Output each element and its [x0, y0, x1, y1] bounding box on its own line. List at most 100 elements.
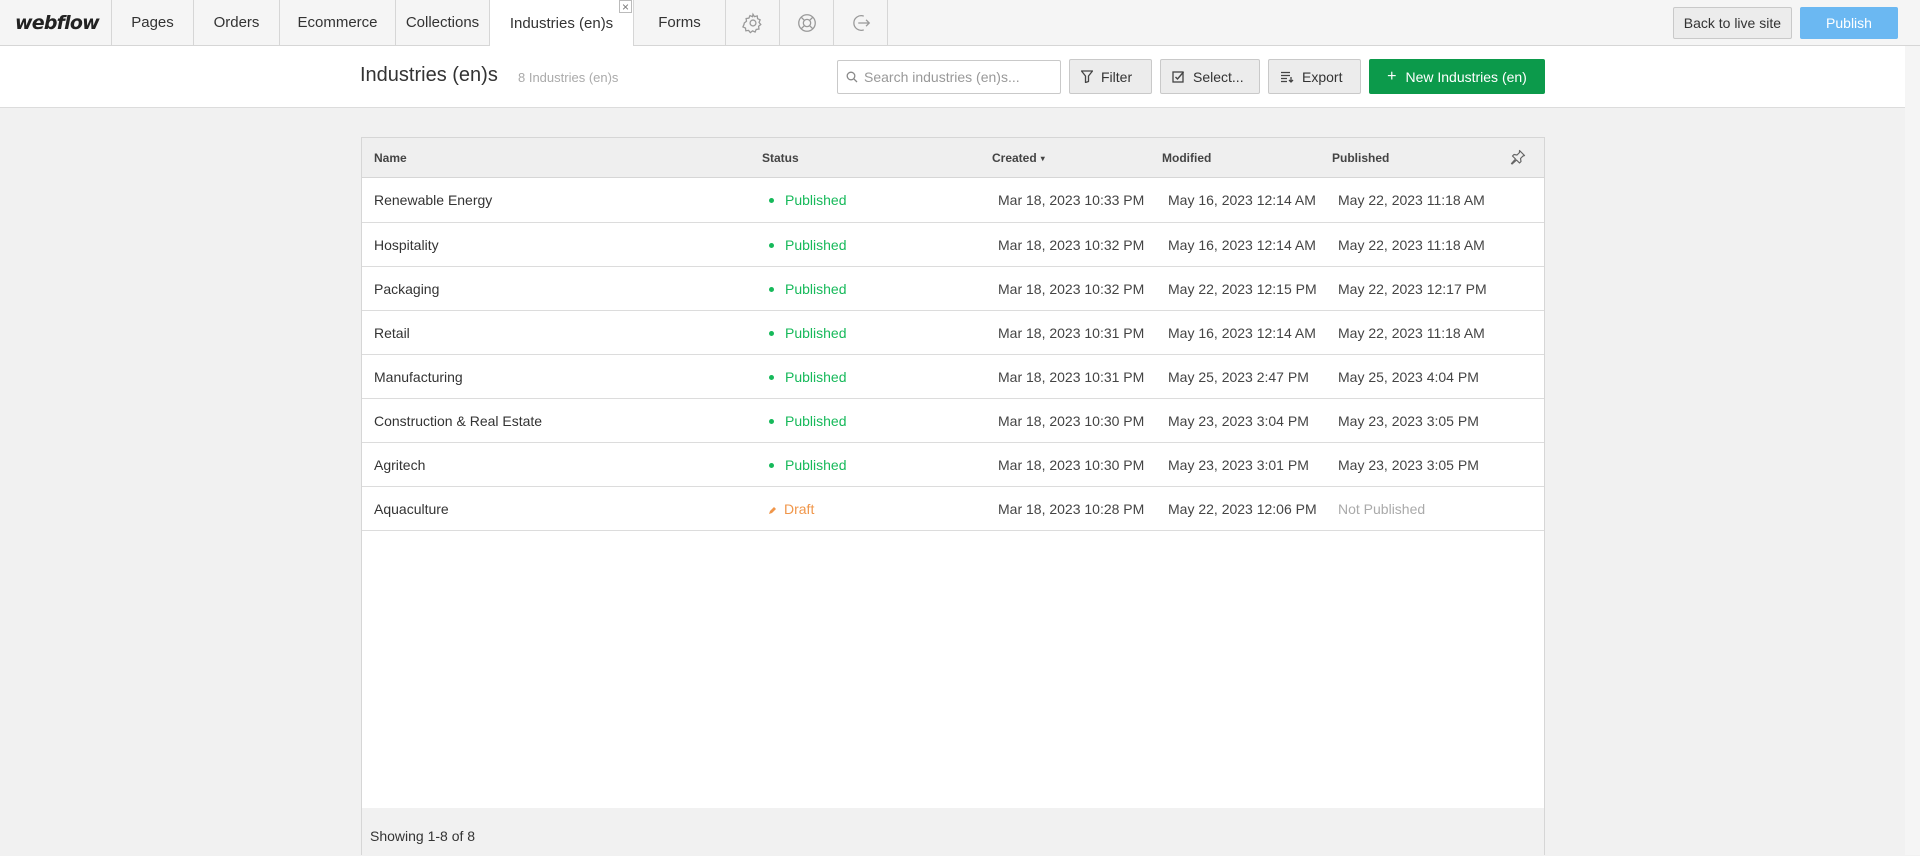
created-date: Mar 18, 2023 10:31 PM: [998, 325, 1145, 341]
published-dot-icon: [769, 287, 774, 292]
table-header: Name Status Created ▾ Modified Published: [362, 138, 1544, 178]
tab-forms[interactable]: Forms: [634, 0, 726, 45]
table-row[interactable]: Manufacturing Published Mar 18, 2023 10:31…: [362, 355, 1544, 399]
table-row[interactable]: Retail Published Mar 18, 2023 10:31 PM May …: [362, 311, 1544, 355]
table-row[interactable]: Hospitality Published Mar 18, 2023 10:32 P…: [362, 223, 1544, 267]
status-badge: Published: [762, 281, 847, 297]
tab-ecommerce[interactable]: Ecommerce: [280, 0, 396, 45]
published-date: May 22, 2023 11:18 AM: [1338, 192, 1485, 208]
filter-button[interactable]: Filter: [1069, 59, 1152, 94]
status-label: Published: [785, 369, 847, 385]
table-row[interactable]: Aquaculture Draft Mar 18, 2023 10:28 PM May…: [362, 487, 1544, 531]
export-label: Export: [1302, 68, 1343, 85]
table-row[interactable]: Renewable Energy Published Mar 18, 2023 10…: [362, 178, 1544, 223]
created-date: Mar 18, 2023 10:32 PM: [998, 237, 1145, 253]
new-item-button[interactable]: + New Industries (en): [1369, 59, 1545, 94]
filter-icon: [1081, 70, 1093, 83]
table-row[interactable]: Agritech Published Mar 18, 2023 10:30 PM Ma…: [362, 443, 1544, 487]
status-badge: Draft: [762, 501, 814, 517]
logout-icon[interactable]: [834, 0, 888, 45]
status-badge: Published: [762, 325, 847, 341]
item-name[interactable]: Construction & Real Estate: [374, 413, 542, 429]
gear-icon[interactable]: [726, 0, 780, 45]
select-label: Select...: [1193, 68, 1244, 85]
item-name[interactable]: Renewable Energy: [374, 192, 492, 208]
table-row[interactable]: Packaging Published Mar 18, 2023 10:32 PM M…: [362, 267, 1544, 311]
publish-button[interactable]: Publish: [1800, 6, 1898, 39]
published-date: May 23, 2023 3:05 PM: [1338, 413, 1479, 429]
column-header-status[interactable]: Status: [762, 151, 799, 165]
plus-icon: +: [1387, 67, 1397, 85]
webflow-logo[interactable]: webflow: [0, 0, 112, 45]
published-date: Not Published: [1338, 501, 1426, 517]
items-table: Name Status Created ▾ Modified Published …: [361, 137, 1545, 856]
table-footer: Showing 1-8 of 8: [362, 808, 1544, 856]
tab-industries-label: Industries (en)s: [509, 15, 614, 32]
search-input[interactable]: [862, 68, 1056, 86]
published-dot-icon: [769, 463, 774, 468]
item-name[interactable]: Aquaculture: [374, 501, 449, 517]
checkbox-icon: [1172, 71, 1185, 83]
status-label: Published: [785, 237, 847, 253]
modified-date: May 23, 2023 3:04 PM: [1168, 413, 1309, 429]
page-scrollbar[interactable]: [1905, 46, 1920, 855]
modified-date: May 16, 2023 12:14 AM: [1168, 325, 1316, 341]
help-icon[interactable]: [780, 0, 834, 45]
page-title: Industries (en)s: [360, 64, 498, 86]
item-name[interactable]: Hospitality: [374, 237, 439, 253]
published-dot-icon: [769, 243, 774, 248]
top-nav: webflow Pages Orders Ecommerce Collectio…: [0, 0, 1920, 47]
column-header-published[interactable]: Published: [1332, 151, 1389, 165]
modified-date: May 22, 2023 12:15 PM: [1168, 281, 1317, 297]
search-box[interactable]: [837, 60, 1061, 94]
column-header-modified[interactable]: Modified: [1162, 151, 1211, 165]
published-date: May 23, 2023 3:05 PM: [1338, 457, 1479, 473]
created-date: Mar 18, 2023 10:30 PM: [998, 457, 1145, 473]
tab-collections[interactable]: Collections: [396, 0, 490, 45]
published-dot-icon: [769, 375, 774, 380]
back-to-live-site-button[interactable]: Back to live site: [1672, 6, 1792, 39]
published-dot-icon: [769, 419, 774, 424]
status-label: Published: [785, 457, 847, 473]
export-icon: [1281, 71, 1294, 83]
modified-date: May 16, 2023 12:14 AM: [1168, 237, 1316, 253]
created-date: Mar 18, 2023 10:31 PM: [998, 369, 1145, 385]
column-header-created[interactable]: Created ▾: [992, 151, 1045, 165]
modified-date: May 22, 2023 12:06 PM: [1168, 501, 1317, 517]
column-header-name[interactable]: Name: [374, 151, 407, 165]
created-date: Mar 18, 2023 10:33 PM: [998, 192, 1145, 208]
modified-date: May 23, 2023 3:01 PM: [1168, 457, 1309, 473]
close-icon[interactable]: ×: [619, 0, 632, 13]
modified-date: May 16, 2023 12:14 AM: [1168, 192, 1316, 208]
item-name[interactable]: Retail: [374, 325, 410, 341]
tab-orders[interactable]: Orders: [194, 0, 280, 45]
status-label: Published: [785, 413, 847, 429]
export-button[interactable]: Export: [1268, 59, 1361, 94]
collection-header: Industries (en)s 8 Industries (en)s Filt…: [0, 46, 1905, 108]
status-label: Published: [785, 192, 847, 208]
created-date: Mar 18, 2023 10:28 PM: [998, 501, 1145, 517]
column-header-created-label: Created: [992, 151, 1037, 165]
tab-pages[interactable]: Pages: [112, 0, 194, 45]
new-item-label: New Industries (en): [1405, 68, 1527, 85]
status-badge: Published: [762, 237, 847, 253]
item-name[interactable]: Agritech: [374, 457, 425, 473]
published-dot-icon: [769, 198, 774, 203]
status-label: Published: [785, 281, 847, 297]
sort-desc-icon: ▾: [1040, 154, 1045, 163]
status-label: Published: [785, 325, 847, 341]
item-name[interactable]: Packaging: [374, 281, 439, 297]
search-icon: [846, 71, 858, 83]
status-badge: Published: [762, 192, 847, 208]
table-row[interactable]: Construction & Real Estate Published Mar 1…: [362, 399, 1544, 443]
published-date: May 25, 2023 4:04 PM: [1338, 369, 1479, 385]
pin-icon[interactable]: [1510, 149, 1526, 165]
item-name[interactable]: Manufacturing: [374, 369, 463, 385]
pencil-icon: [769, 507, 776, 514]
select-button[interactable]: Select...: [1160, 59, 1260, 94]
published-dot-icon: [769, 331, 774, 336]
tab-industries[interactable]: Industries (en)s ×: [490, 0, 634, 47]
status-label: Draft: [784, 501, 815, 517]
modified-date: May 25, 2023 2:47 PM: [1168, 369, 1309, 385]
published-date: May 22, 2023 12:17 PM: [1338, 281, 1487, 297]
